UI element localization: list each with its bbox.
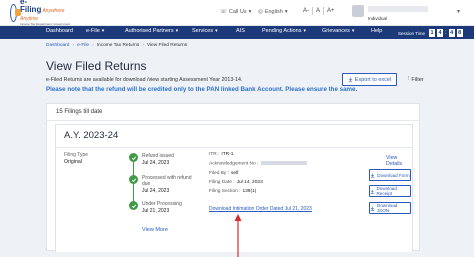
filing-item: A.Y. 2023-24 Filing Type Original Refund…	[55, 124, 413, 257]
check-icon	[129, 201, 138, 210]
filing-section-field: Filing Section :139(1)	[209, 189, 257, 194]
user-type: Individual	[368, 16, 388, 21]
nav-efile[interactable]: e-File ▾	[86, 28, 104, 34]
efiling-logo[interactable]: e-FilingAnywhere Anytime Income Tax Depa…	[10, 0, 70, 28]
chevron-down-icon: ▾	[303, 28, 306, 34]
timeline-date-1: Jul 24, 2023	[142, 160, 170, 166]
text-size-controls: A- A A+	[303, 7, 335, 15]
view-details-link[interactable]: View Details	[386, 155, 412, 167]
logo-title: e-FilingAnywhere Anytime	[20, 0, 65, 22]
download-receipt-button[interactable]: Download Receipt	[369, 185, 411, 197]
chevron-down-icon: ▾	[175, 28, 179, 34]
nav-ais[interactable]: AIS	[236, 28, 245, 34]
nav-dashboard[interactable]: Dashboard	[46, 28, 73, 34]
download-icon	[370, 189, 374, 194]
chevron-down-icon: ▾	[284, 9, 288, 15]
redacted-value	[261, 161, 308, 165]
timeline-status-1: Refund issued	[142, 153, 174, 159]
download-json-button[interactable]: Download JSON	[369, 202, 411, 214]
text-size-increase[interactable]: A+	[327, 8, 335, 14]
timeline-status-2: Processed with refund due	[142, 175, 192, 187]
language-select[interactable]: ◎ English ▾	[258, 9, 288, 15]
check-icon	[129, 153, 138, 162]
call-us-link[interactable]: ☏ Call Us ▾	[220, 9, 251, 15]
view-more-link[interactable]: View More	[142, 227, 168, 233]
filings-count: 15 Filings till date	[56, 109, 103, 115]
filings-card: 15 Filings till date A.Y. 2023-24 Filing…	[46, 103, 420, 257]
breadcrumb-efile[interactable]: e-File	[77, 43, 89, 48]
timeline-status-3: Under Processing	[142, 201, 182, 207]
emblem-icon	[10, 4, 21, 22]
timeline-date-3: Jul 21, 2023	[142, 208, 170, 214]
check-icon	[129, 175, 138, 184]
text-size-normal[interactable]: A	[316, 8, 320, 14]
nav-grievances[interactable]: Grievances ▾	[322, 28, 354, 34]
export-to-excel-button[interactable]: Export to excel	[342, 73, 397, 86]
page-subtitle: e-Filed Returns are available for downlo…	[46, 77, 243, 83]
filing-type-label: Filing Type	[64, 152, 89, 158]
user-name-redacted	[368, 6, 428, 12]
nav-pending-actions[interactable]: Pending Actions ▾	[262, 28, 306, 34]
refund-notice: Please note that the refund will be cred…	[46, 86, 358, 93]
filing-date-field: Filing Date : Jul 14, 2023	[209, 180, 263, 185]
phone-icon: ☏	[220, 9, 227, 15]
breadcrumb: Dashboard › e-File › Income Tax Returns …	[46, 43, 188, 48]
download-icon	[348, 77, 353, 82]
filter-icon: ⫶	[408, 76, 410, 82]
nav-help[interactable]: Help	[371, 28, 382, 34]
download-form-button[interactable]: Download Form	[369, 169, 411, 181]
breadcrumb-current: View Filed Returns	[146, 43, 188, 48]
download-icon	[371, 173, 375, 178]
globe-icon: ◎	[258, 9, 263, 15]
download-icon	[370, 206, 375, 211]
assessment-year: A.Y. 2023-24	[64, 130, 119, 141]
top-header: e-FilingAnywhere Anytime Income Tax Depa…	[0, 0, 474, 28]
chevron-down-icon: ▾	[101, 28, 105, 34]
chevron-down-icon: ▾	[215, 28, 218, 34]
session-timer: Session Time 1 4 : 4 8	[398, 29, 463, 37]
annotation-arrow-icon	[234, 214, 242, 257]
filter-button[interactable]: ⫶ Filter	[408, 76, 424, 83]
download-intimation-order-link[interactable]: Download Intimation Order Dated Jul 21, …	[209, 206, 312, 212]
timeline-date-2: Jul 24, 2023	[142, 188, 170, 194]
ack-field: Acknowledgement No :	[209, 161, 308, 166]
chevron-down-icon: ▾	[351, 28, 355, 34]
filed-by-field: Filed By : self	[209, 171, 239, 176]
filing-type-value: Original	[64, 159, 82, 165]
chevron-down-icon: ▾	[248, 9, 252, 15]
breadcrumb-dashboard[interactable]: Dashboard	[46, 43, 69, 48]
nav-services[interactable]: Services ▾	[192, 28, 218, 34]
nav-authorised-partners[interactable]: Authorised Partners ▾	[125, 28, 178, 34]
itr-field: ITR : ITR-1	[209, 152, 234, 157]
text-size-decrease[interactable]: A-	[303, 8, 309, 14]
page-title: View Filed Returns	[46, 59, 147, 73]
breadcrumb-itr[interactable]: Income Tax Returns	[97, 43, 140, 48]
chevron-down-icon[interactable]: ▾	[457, 8, 460, 15]
avatar[interactable]	[352, 5, 364, 17]
